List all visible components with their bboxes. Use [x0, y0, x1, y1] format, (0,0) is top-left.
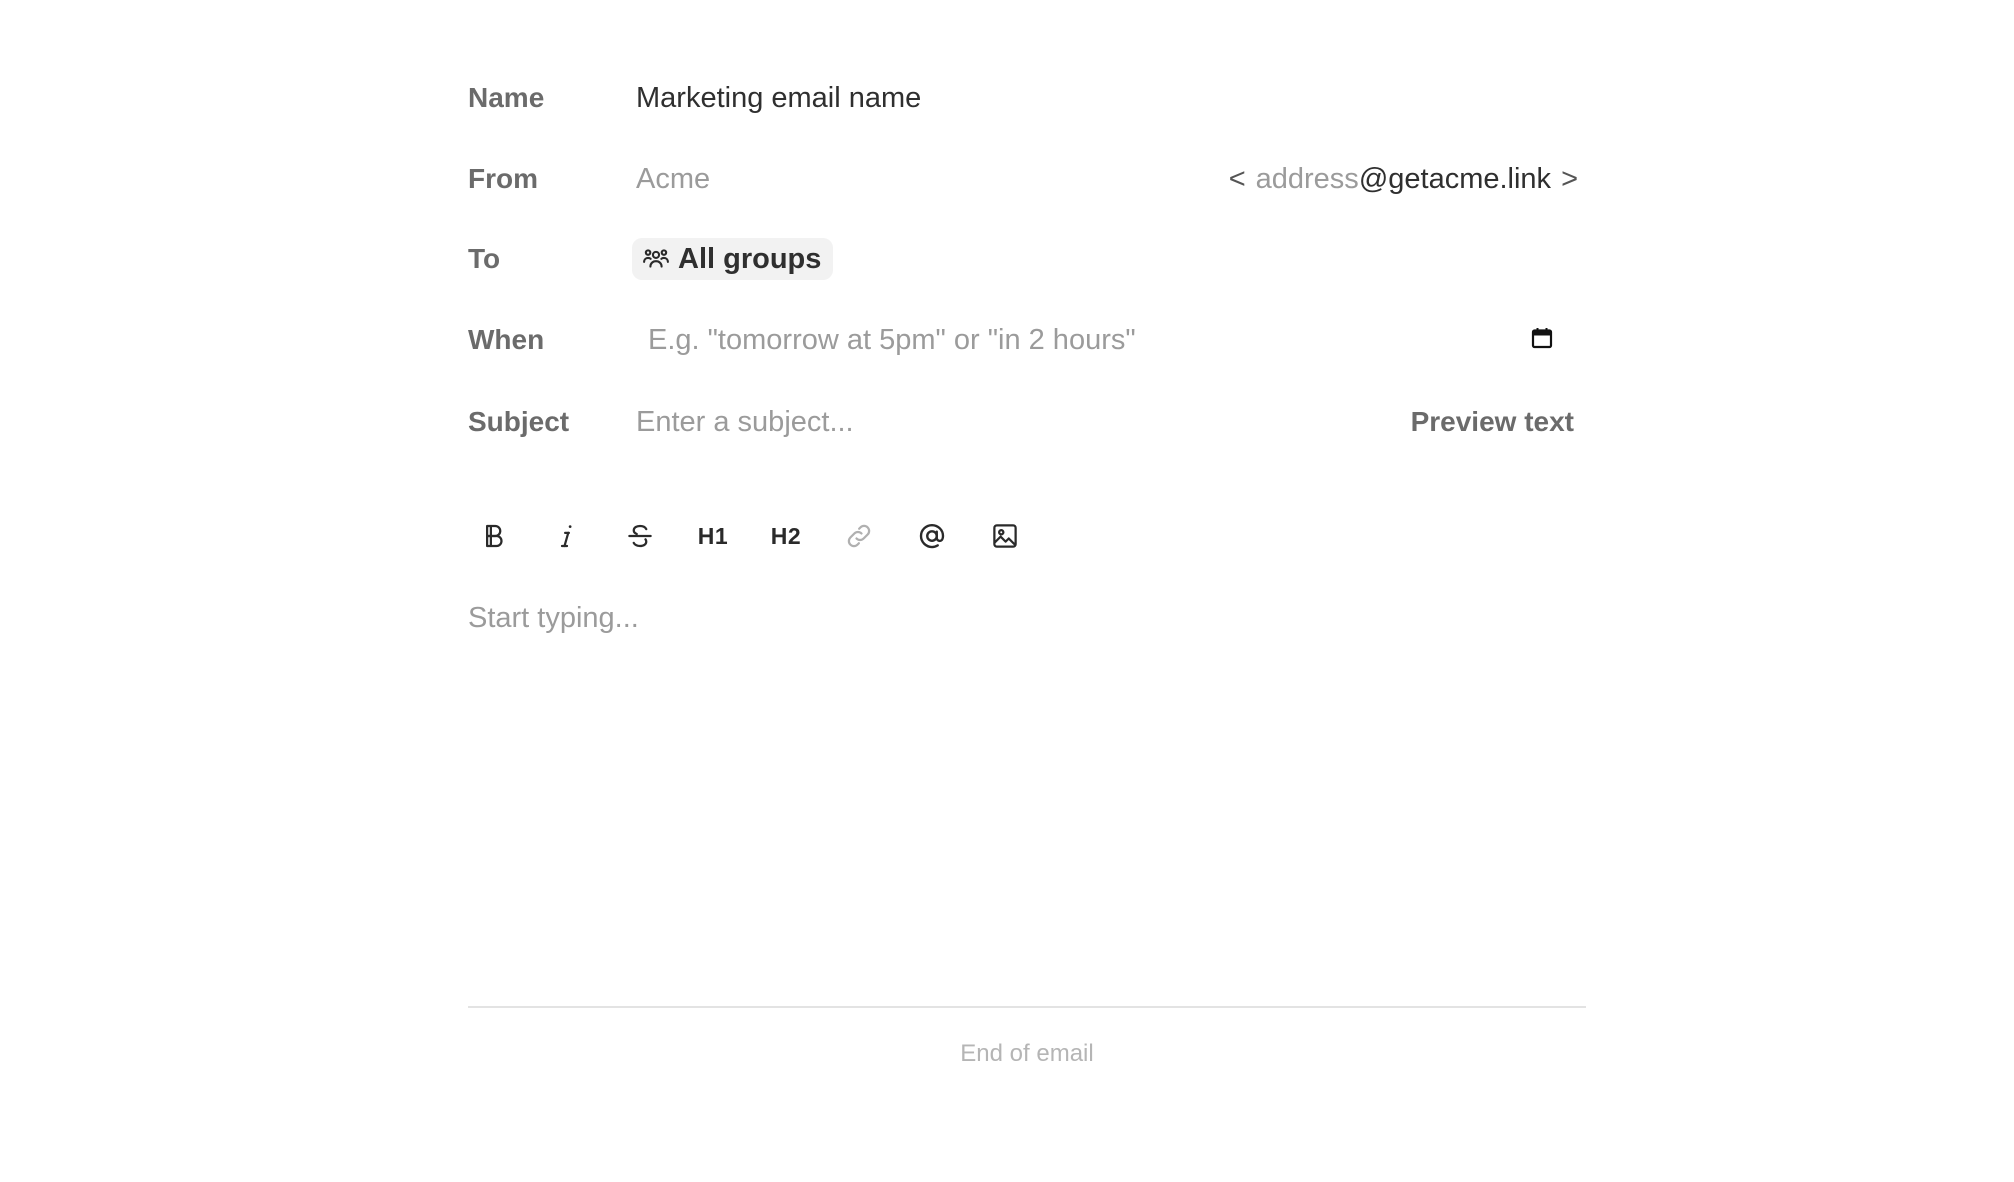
when-input[interactable]: E.g. "tomorrow at 5pm" or "in 2 hours" — [648, 324, 1136, 357]
all-groups-chip[interactable]: All groups — [632, 238, 834, 280]
italic-button[interactable] — [541, 510, 593, 562]
all-groups-label: All groups — [678, 242, 822, 275]
address-domain: @getacme.link — [1358, 162, 1552, 195]
when-row: When E.g. "tomorrow at 5pm" or "in 2 hou… — [468, 312, 1578, 368]
image-button[interactable] — [979, 510, 1031, 562]
end-divider — [468, 1006, 1586, 1008]
mention-icon — [919, 523, 945, 549]
name-label: Name — [468, 82, 545, 113]
subject-row: Subject Enter a subject... Preview text — [468, 394, 1578, 450]
address-input[interactable]: address — [1256, 163, 1359, 196]
from-row: From Acme < address @getacme.link > — [468, 151, 1578, 207]
heading-1-button[interactable]: H1 — [687, 510, 739, 562]
from-address: < address @getacme.link > — [1229, 151, 1578, 207]
formatting-toolbar: H1 H2 — [468, 510, 1052, 562]
preview-text-button[interactable]: Preview text — [1411, 394, 1574, 450]
address-open-bracket: < — [1228, 162, 1246, 195]
to-field: All groups — [632, 238, 1578, 280]
bold-button[interactable] — [468, 510, 520, 562]
image-icon — [993, 524, 1017, 548]
name-input[interactable]: Marketing email name — [636, 82, 1578, 115]
calendar-icon[interactable] — [1530, 326, 1554, 350]
bold-icon — [486, 524, 503, 548]
when-label: When — [468, 324, 545, 355]
mention-button[interactable] — [906, 510, 958, 562]
link-button[interactable] — [833, 510, 885, 562]
end-of-email-label: End of email — [960, 1040, 1094, 1067]
italic-icon — [560, 525, 572, 548]
link-icon — [847, 524, 871, 548]
address-close-bracket: > — [1561, 162, 1578, 195]
email-body-editor[interactable]: Start typing... — [468, 602, 1586, 982]
users-group-icon — [643, 249, 669, 268]
heading-2-button[interactable]: H2 — [760, 510, 812, 562]
when-field: E.g. "tomorrow at 5pm" or "in 2 hours" — [636, 324, 1578, 357]
email-composer: Name Marketing email name From Acme < ad… — [468, 0, 1586, 1182]
from-label: From — [468, 163, 538, 194]
to-label: To — [468, 243, 501, 274]
to-row: To All groups — [468, 231, 1578, 287]
name-row: Name Marketing email name — [468, 70, 1578, 126]
strikethrough-button[interactable] — [614, 510, 666, 562]
strikethrough-icon — [628, 524, 652, 548]
subject-label: Subject — [468, 406, 570, 437]
